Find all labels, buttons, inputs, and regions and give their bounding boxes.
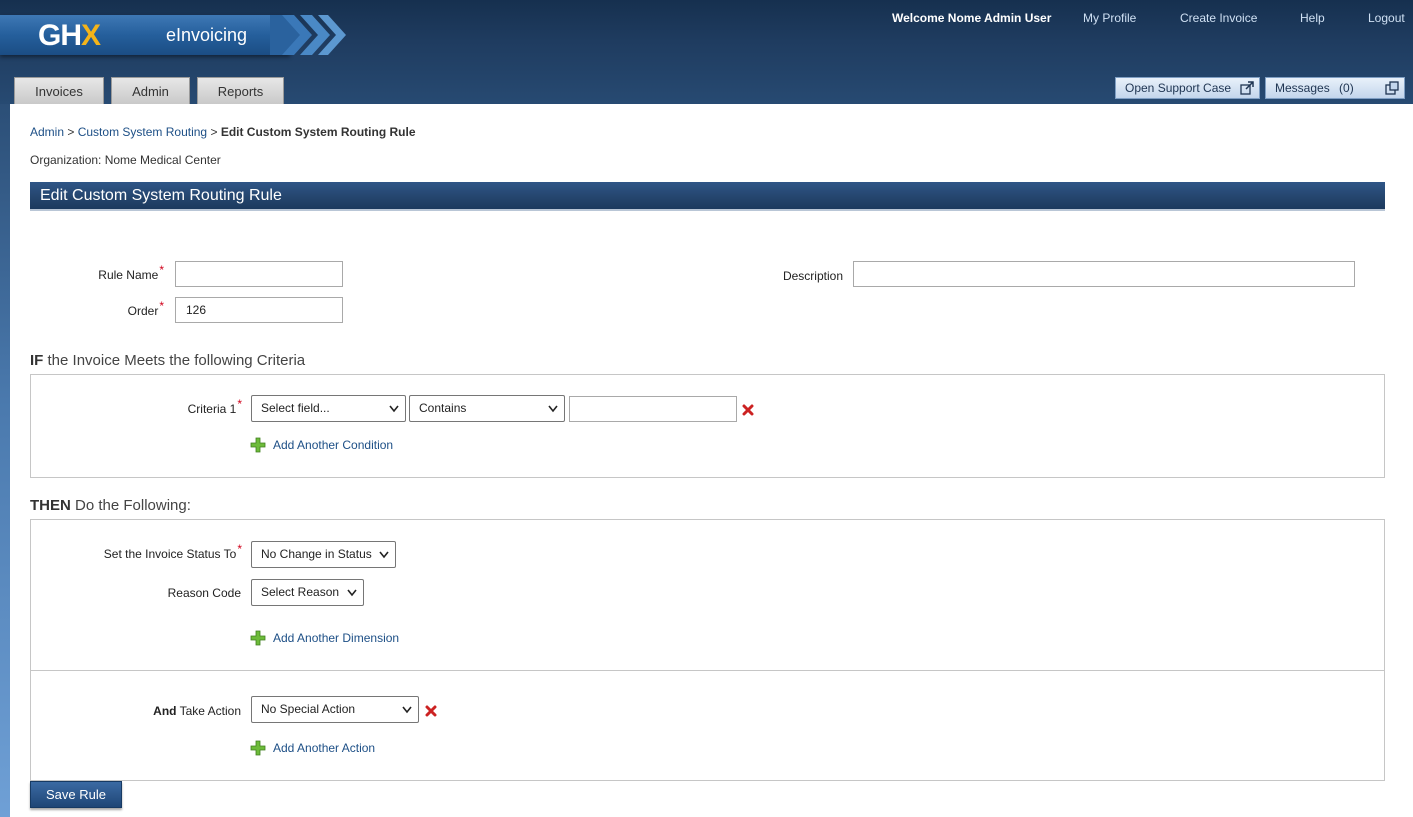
reason-code-select[interactable]: Select Reason bbox=[251, 579, 364, 606]
order-input[interactable]: 126 bbox=[175, 297, 343, 323]
delete-criteria-icon[interactable] bbox=[742, 404, 754, 416]
tab-admin[interactable]: Admin bbox=[111, 77, 190, 104]
breadcrumb-current: Edit Custom System Routing Rule bbox=[220, 125, 416, 139]
add-condition-icon[interactable] bbox=[250, 437, 266, 453]
take-action-select[interactable]: No Special Action bbox=[251, 696, 419, 723]
open-support-case-button[interactable]: Open Support Case bbox=[1115, 77, 1260, 99]
rule-name-label: Rule Name* bbox=[98, 263, 164, 282]
add-another-dimension-link[interactable]: Add Another Dimension bbox=[273, 631, 399, 645]
external-link-icon bbox=[1240, 81, 1254, 95]
page-title: Edit Custom System Routing Rule bbox=[40, 187, 282, 204]
criteria-field-select[interactable]: Select field... bbox=[251, 395, 406, 422]
criteria-value-input[interactable] bbox=[569, 396, 737, 422]
order-label: Order* bbox=[127, 299, 164, 318]
add-another-action-link[interactable]: Add Another Action bbox=[273, 741, 375, 755]
reason-code-label: Reason Code bbox=[167, 586, 241, 600]
breadcrumb-routing-link[interactable]: Custom System Routing bbox=[78, 125, 207, 139]
welcome-text: Welcome Nome Admin User bbox=[892, 11, 1052, 25]
delete-action-icon[interactable] bbox=[425, 705, 437, 717]
chevron-down-icon bbox=[347, 589, 357, 597]
if-section-heading: IF the Invoice Meets the following Crite… bbox=[30, 352, 306, 369]
invoice-status-label: Set the Invoice Status To* bbox=[103, 542, 242, 561]
app-header: GHX eInvoicing Welcome Nome Admin User M… bbox=[0, 0, 1413, 104]
organization-label: Organization: Nome Medical Center bbox=[30, 153, 221, 167]
breadcrumb: Admin > Custom System Routing > Edit Cus… bbox=[30, 125, 416, 139]
chevron-decoration-icon bbox=[270, 15, 346, 55]
take-action-label: And Take Action bbox=[153, 704, 241, 718]
my-profile-link[interactable]: My Profile bbox=[1083, 11, 1136, 25]
chevron-down-icon bbox=[548, 405, 558, 413]
add-another-condition-link[interactable]: Add Another Condition bbox=[273, 438, 393, 452]
required-marker: * bbox=[159, 263, 164, 277]
add-dimension-icon[interactable] bbox=[250, 630, 266, 646]
invoice-status-select[interactable]: No Change in Status bbox=[251, 541, 396, 568]
tab-invoices[interactable]: Invoices bbox=[14, 77, 104, 104]
chevron-down-icon bbox=[389, 405, 399, 413]
product-name: eInvoicing bbox=[166, 25, 248, 45]
required-marker: * bbox=[237, 397, 242, 411]
logout-link[interactable]: Logout bbox=[1368, 11, 1405, 25]
if-criteria-box bbox=[30, 374, 1385, 478]
add-action-icon[interactable] bbox=[250, 740, 266, 756]
messages-button[interactable]: Messages (0) bbox=[1265, 77, 1405, 99]
popup-window-icon bbox=[1385, 81, 1399, 95]
help-link[interactable]: Help bbox=[1300, 11, 1325, 25]
description-input[interactable] bbox=[853, 261, 1355, 287]
page-title-bar: Edit Custom System Routing Rule bbox=[30, 182, 1385, 211]
breadcrumb-admin-link[interactable]: Admin bbox=[30, 125, 64, 139]
create-invoice-link[interactable]: Create Invoice bbox=[1180, 11, 1257, 25]
then-section-heading: THEN Do the Following: bbox=[30, 497, 191, 514]
chevron-down-icon bbox=[379, 551, 389, 559]
ghx-logo[interactable]: GHX bbox=[38, 21, 101, 51]
content-panel: Admin > Custom System Routing > Edit Cus… bbox=[10, 104, 1413, 817]
breadcrumb-separator: > bbox=[210, 125, 218, 139]
rule-name-input[interactable] bbox=[175, 261, 343, 287]
required-marker: * bbox=[159, 299, 164, 313]
description-label: Description bbox=[782, 269, 843, 283]
messages-count: (0) bbox=[1339, 81, 1354, 95]
criteria-1-label: Criteria 1* bbox=[187, 397, 242, 416]
chevron-down-icon bbox=[402, 706, 412, 714]
criteria-operator-select[interactable]: Contains bbox=[409, 395, 565, 422]
messages-label: Messages bbox=[1275, 81, 1330, 95]
open-support-case-label: Open Support Case bbox=[1125, 81, 1232, 95]
tab-reports[interactable]: Reports bbox=[197, 77, 284, 104]
section-divider bbox=[30, 670, 1385, 671]
required-marker: * bbox=[237, 542, 242, 556]
breadcrumb-separator: > bbox=[67, 125, 75, 139]
save-rule-button[interactable]: Save Rule bbox=[30, 781, 122, 808]
